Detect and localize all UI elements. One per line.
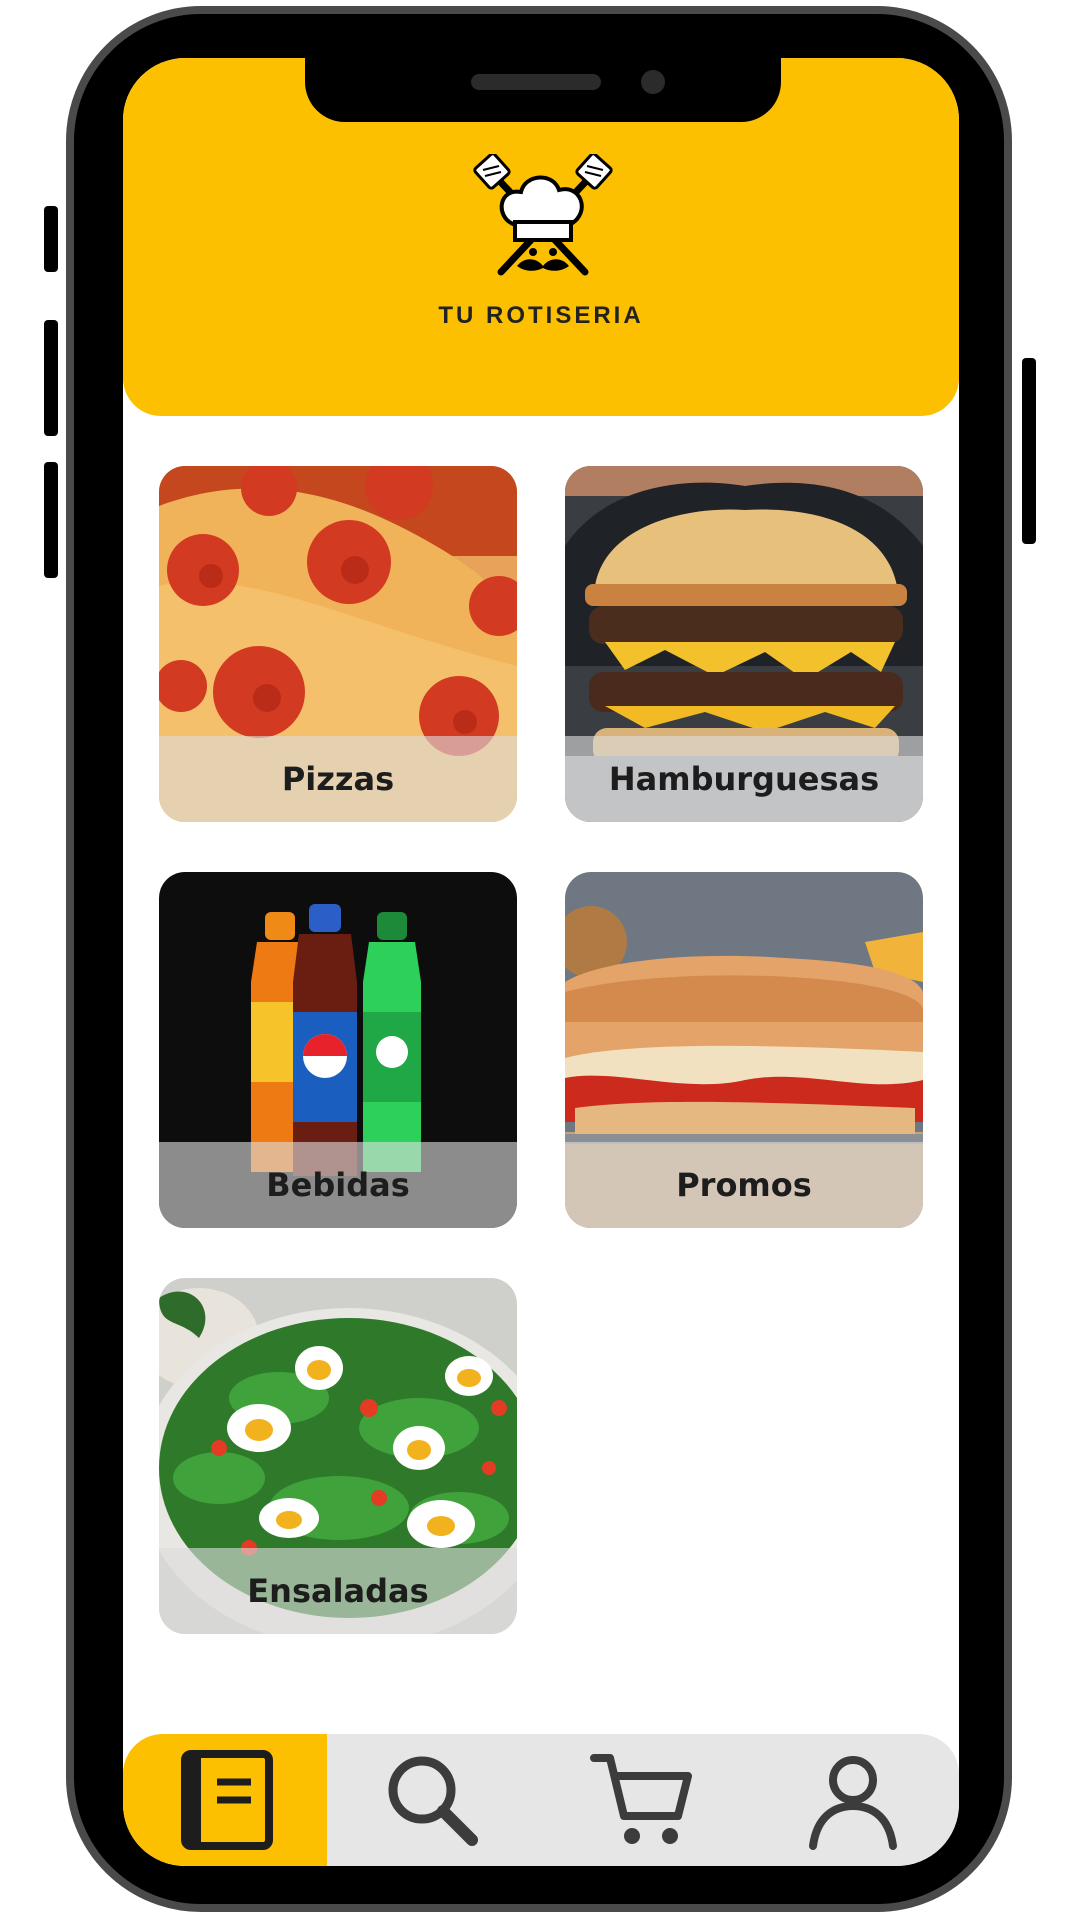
category-label: Ensaladas [159, 1548, 517, 1634]
user-icon [809, 1756, 897, 1850]
nav-item-search[interactable] [327, 1734, 537, 1866]
category-card-ensaladas[interactable]: Ensaladas [159, 1278, 517, 1634]
category-label: Promos [565, 1142, 923, 1228]
phone-side-button-mute [44, 206, 58, 272]
menu-book-icon [181, 1750, 273, 1850]
phone-notch [305, 58, 781, 122]
category-card-promos[interactable]: Promos [565, 872, 923, 1228]
nav-item-profile[interactable] [747, 1734, 959, 1866]
nav-item-cart[interactable] [537, 1734, 747, 1866]
bottom-nav [123, 1734, 959, 1866]
category-card-pizzas[interactable]: Pizzas [159, 466, 517, 822]
app-screen: TU ROTISERIA Pizzas Hamburguesas Bebidas… [123, 58, 959, 1866]
phone-side-button-power [1022, 358, 1036, 544]
category-label: Pizzas [159, 736, 517, 822]
nav-item-menu[interactable] [123, 1734, 327, 1866]
phone-side-button-volume-up [44, 320, 58, 436]
category-card-bebidas[interactable]: Bebidas [159, 872, 517, 1228]
brand-name: TU ROTISERIA [438, 302, 644, 329]
speaker-grille [471, 74, 601, 90]
front-camera [641, 70, 665, 94]
phone-side-button-volume-down [44, 462, 58, 578]
category-card-hamburguesas[interactable]: Hamburguesas [565, 466, 923, 822]
search-icon [388, 1756, 478, 1846]
category-label: Hamburguesas [565, 736, 923, 822]
app-header: TU ROTISERIA [123, 58, 959, 416]
chef-logo-icon [473, 154, 613, 276]
category-label: Bebidas [159, 1142, 517, 1228]
cart-icon [590, 1754, 692, 1844]
stage: TU ROTISERIA Pizzas Hamburguesas Bebidas… [0, 0, 1080, 1920]
